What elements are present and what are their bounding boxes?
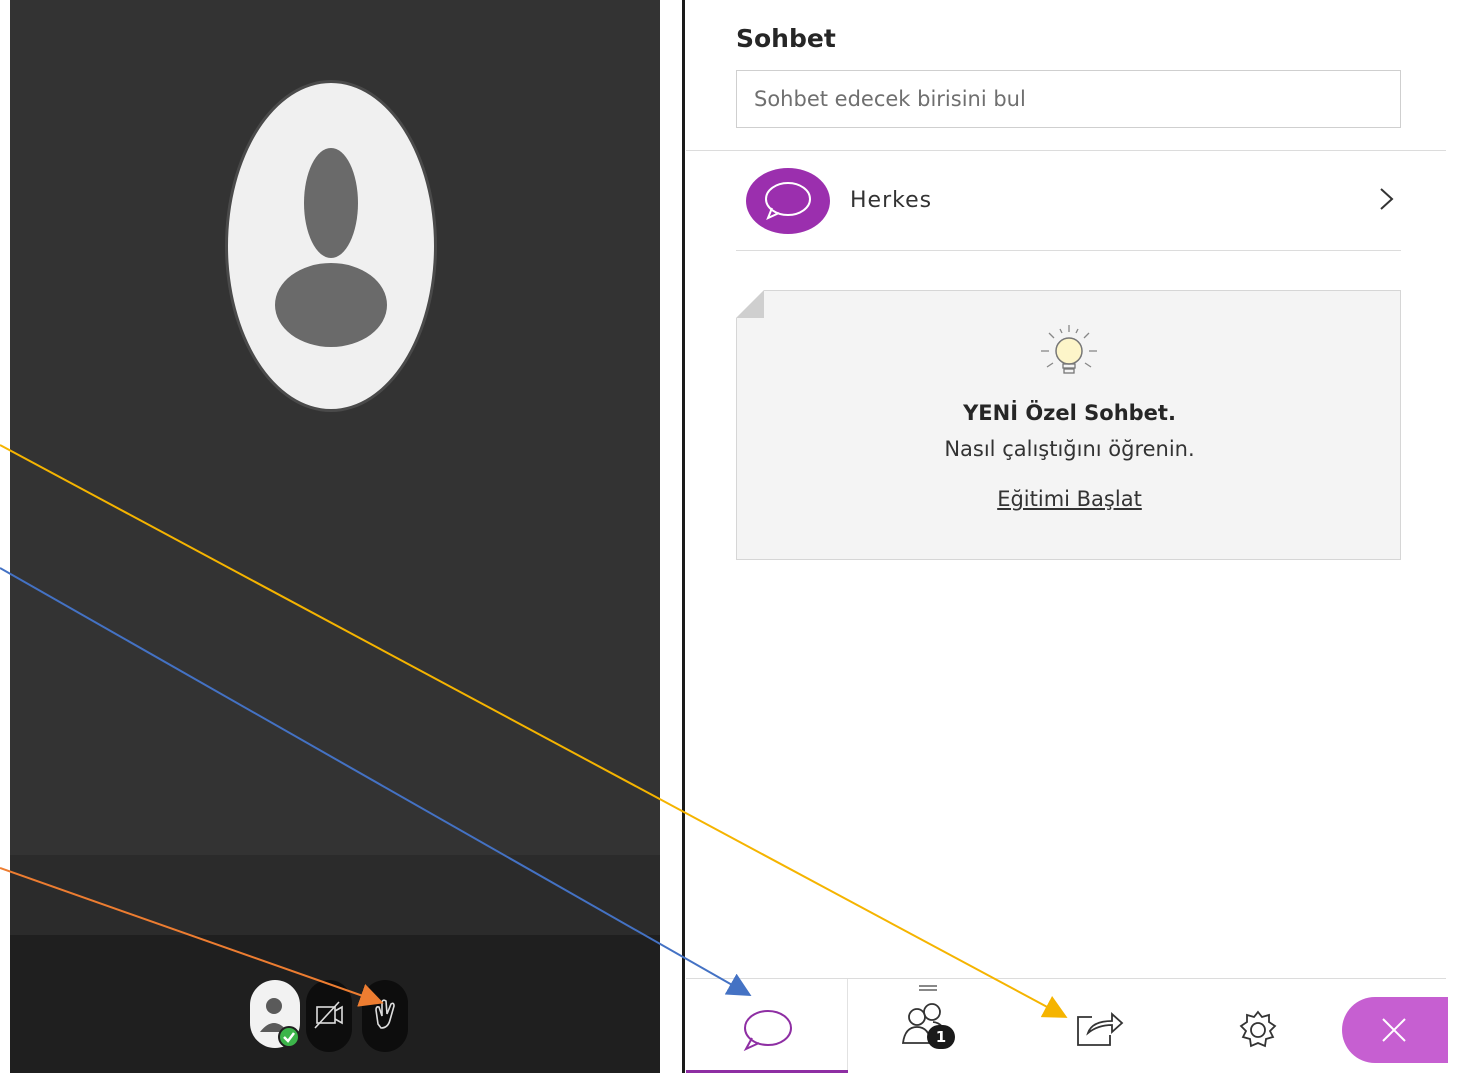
gear-icon: [1239, 1010, 1277, 1048]
conversation-item-everyone[interactable]: Herkes: [736, 168, 1401, 234]
close-panel-button[interactable]: [1342, 997, 1448, 1063]
start-tutorial-link[interactable]: Eğitimi Başlat: [737, 487, 1402, 511]
tip-title: YENİ Özel Sohbet.: [963, 401, 1176, 425]
tab-participants[interactable]: 1: [849, 979, 1009, 1073]
camera-off-icon: [314, 1001, 343, 1029]
available-status-icon: [278, 1026, 300, 1048]
chat-search-input[interactable]: [736, 70, 1401, 128]
divider: [736, 250, 1401, 251]
raise-hand-button[interactable]: [362, 980, 408, 1052]
panel-tab-bar: 1: [686, 978, 1448, 1073]
participants-count-badge: 1: [927, 1025, 955, 1049]
panel-title: Sohbet: [736, 24, 836, 53]
media-controls-bar: [10, 935, 660, 1073]
tab-chat[interactable]: [686, 979, 848, 1073]
app-window: Sohbet Herkes: [0, 0, 1461, 1073]
tip-subtitle: Nasıl çalıştığını öğrenin.: [944, 437, 1195, 461]
participants-icon: [901, 1003, 947, 1044]
lightbulb-icon: [1041, 325, 1097, 374]
close-icon: [1382, 1018, 1406, 1042]
chat-bubble-icon: [765, 182, 811, 220]
share-icon: [1077, 1011, 1124, 1046]
tab-settings[interactable]: [1176, 979, 1336, 1073]
chevron-right-icon: [1380, 188, 1394, 210]
video-stage: [10, 0, 660, 1073]
conversation-label: Herkes: [850, 188, 933, 213]
card-corner-fold: [736, 290, 764, 318]
video-caption-strip: [10, 855, 660, 935]
private-chat-tip-card: YENİ Özel Sohbet. Nasıl çalıştığını öğre…: [736, 290, 1401, 560]
group-chat-avatar: [746, 168, 830, 234]
participant-avatar: [225, 80, 437, 412]
chat-panel: Sohbet Herkes: [686, 0, 1461, 1073]
raise-hand-icon: [375, 999, 395, 1029]
tab-share-content[interactable]: [1016, 979, 1176, 1073]
pane-divider: [682, 0, 685, 1073]
my-status-button[interactable]: [250, 980, 300, 1048]
person-silhouette-icon: [275, 148, 387, 347]
drag-handle-icon: [919, 985, 937, 991]
divider: [686, 150, 1446, 151]
camera-toggle-button[interactable]: [306, 980, 352, 1052]
chat-bubble-icon: [743, 1010, 792, 1052]
